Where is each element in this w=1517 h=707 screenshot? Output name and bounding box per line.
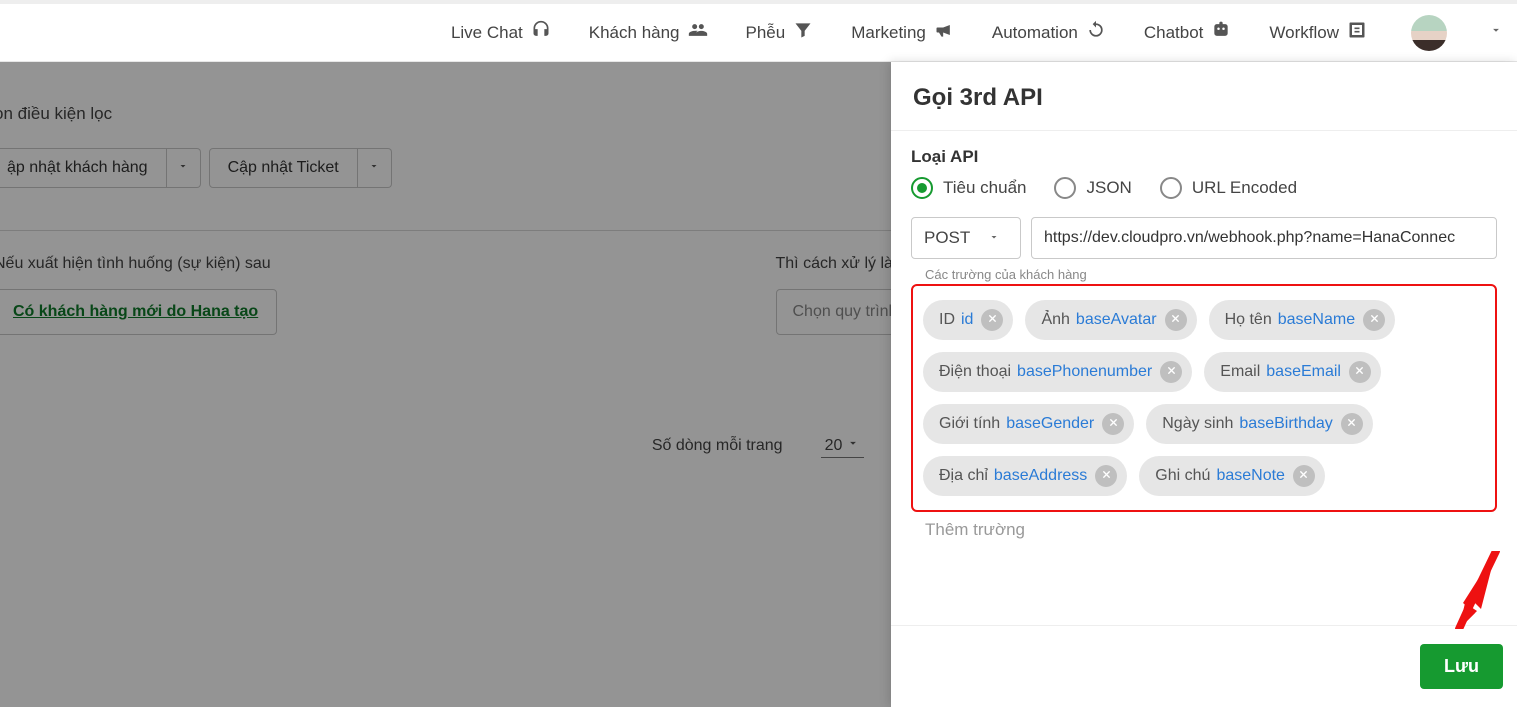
- tag-value: baseAvatar: [1076, 311, 1157, 329]
- method-value: POST: [924, 228, 970, 248]
- field-tag: Điện thoại basePhonenumber: [923, 352, 1192, 392]
- field-tag: Giới tính baseGender: [923, 404, 1134, 444]
- workflow-icon: [1347, 20, 1367, 45]
- close-icon: [1346, 415, 1357, 433]
- funnel-icon: [793, 20, 813, 45]
- api-panel: Gọi 3rd API Loại API Tiêu chuẩn JSON URL…: [891, 62, 1517, 707]
- api-type-radios: Tiêu chuẩn JSON URL Encoded: [911, 177, 1497, 199]
- tag-label: Ảnh: [1041, 311, 1069, 329]
- url-input[interactable]: [1031, 217, 1497, 259]
- megaphone-icon: [934, 20, 954, 45]
- radio-label: URL Encoded: [1192, 178, 1297, 198]
- panel-footer: Lưu: [891, 625, 1517, 707]
- remove-tag-button[interactable]: [1363, 309, 1385, 331]
- field-tagbox: ID id Ảnh baseAvatar Họ tên baseName Điện t…: [911, 284, 1497, 512]
- http-row: POST: [911, 217, 1497, 259]
- nav-label: Workflow: [1269, 23, 1339, 43]
- tag-label: Email: [1220, 363, 1260, 381]
- tag-value: id: [961, 311, 973, 329]
- api-type-label: Loại API: [911, 147, 1497, 167]
- nav-customers[interactable]: Khách hàng: [589, 20, 708, 45]
- nav-marketing[interactable]: Marketing: [851, 20, 954, 45]
- tag-label: ID: [939, 311, 955, 329]
- radio-label: Tiêu chuẩn: [943, 178, 1026, 198]
- tag-label: Địa chỉ: [939, 467, 988, 485]
- panel-title: Gọi 3rd API: [891, 62, 1517, 131]
- nav-automation[interactable]: Automation: [992, 20, 1106, 45]
- close-icon: [1298, 467, 1309, 485]
- tag-value: baseGender: [1006, 415, 1094, 433]
- http-method-select[interactable]: POST: [911, 217, 1021, 259]
- chevron-down-icon: [988, 228, 1000, 248]
- fields-caption: Các trường của khách hàng: [925, 267, 1497, 282]
- users-icon: [688, 20, 708, 45]
- top-navbar: Live Chat Khách hàng Phễu Marketing Auto…: [0, 0, 1517, 62]
- save-button[interactable]: Lưu: [1420, 644, 1503, 689]
- remove-tag-button[interactable]: [981, 309, 1003, 331]
- remove-tag-button[interactable]: [1095, 465, 1117, 487]
- tag-value: baseName: [1278, 311, 1355, 329]
- nav-label: Marketing: [851, 23, 926, 43]
- radio-json[interactable]: JSON: [1054, 177, 1131, 199]
- panel-body: Loại API Tiêu chuẩn JSON URL Encoded POS…: [891, 131, 1517, 625]
- user-avatar[interactable]: [1411, 15, 1447, 51]
- field-tag: Ngày sinh baseBirthday: [1146, 404, 1373, 444]
- close-icon: [1166, 363, 1177, 381]
- radio-standard[interactable]: Tiêu chuẩn: [911, 177, 1026, 199]
- remove-tag-button[interactable]: [1341, 413, 1363, 435]
- field-tag: Ảnh baseAvatar: [1025, 300, 1196, 340]
- tag-label: Ghi chú: [1155, 467, 1210, 485]
- tag-value: baseBirthday: [1239, 415, 1332, 433]
- close-icon: [1369, 311, 1380, 329]
- bot-icon: [1211, 20, 1231, 45]
- close-icon: [987, 311, 998, 329]
- nav-chatbot[interactable]: Chatbot: [1144, 20, 1232, 45]
- nav-workflow[interactable]: Workflow: [1269, 20, 1367, 45]
- remove-tag-button[interactable]: [1160, 361, 1182, 383]
- field-tag: Địa chỉ baseAddress: [923, 456, 1127, 496]
- nav-label: Khách hàng: [589, 23, 680, 43]
- nav-label: Phễu: [746, 23, 786, 43]
- tag-value: baseAddress: [994, 467, 1087, 485]
- close-icon: [1101, 467, 1112, 485]
- tag-label: Ngày sinh: [1162, 415, 1233, 433]
- radio-icon: [1160, 177, 1182, 199]
- tag-value: baseNote: [1216, 467, 1285, 485]
- tag-label: Giới tính: [939, 415, 1000, 433]
- tag-value: basePhonenumber: [1017, 363, 1152, 381]
- close-icon: [1354, 363, 1365, 381]
- field-tag: Email baseEmail: [1204, 352, 1381, 392]
- close-icon: [1108, 415, 1119, 433]
- field-tag: Ghi chú baseNote: [1139, 456, 1325, 496]
- add-field-input[interactable]: Thêm trường: [925, 520, 1497, 540]
- field-tag: ID id: [923, 300, 1013, 340]
- radio-url-encoded[interactable]: URL Encoded: [1160, 177, 1297, 199]
- headset-icon: [531, 20, 551, 45]
- remove-tag-button[interactable]: [1102, 413, 1124, 435]
- nav-funnel[interactable]: Phễu: [746, 20, 814, 45]
- nav-label: Live Chat: [451, 23, 523, 43]
- radio-icon: [911, 177, 933, 199]
- close-icon: [1170, 311, 1181, 329]
- user-menu-toggle[interactable]: [1489, 26, 1503, 40]
- tag-value: baseEmail: [1266, 363, 1341, 381]
- field-tag: Họ tên baseName: [1209, 300, 1396, 340]
- tag-label: Điện thoại: [939, 363, 1011, 381]
- refresh-icon: [1086, 20, 1106, 45]
- nav-label: Chatbot: [1144, 23, 1204, 43]
- tag-label: Họ tên: [1225, 311, 1272, 329]
- remove-tag-button[interactable]: [1349, 361, 1371, 383]
- radio-label: JSON: [1086, 178, 1131, 198]
- nav-label: Automation: [992, 23, 1078, 43]
- chevron-down-icon: [1489, 23, 1503, 42]
- remove-tag-button[interactable]: [1293, 465, 1315, 487]
- radio-icon: [1054, 177, 1076, 199]
- remove-tag-button[interactable]: [1165, 309, 1187, 331]
- nav-live-chat[interactable]: Live Chat: [451, 20, 551, 45]
